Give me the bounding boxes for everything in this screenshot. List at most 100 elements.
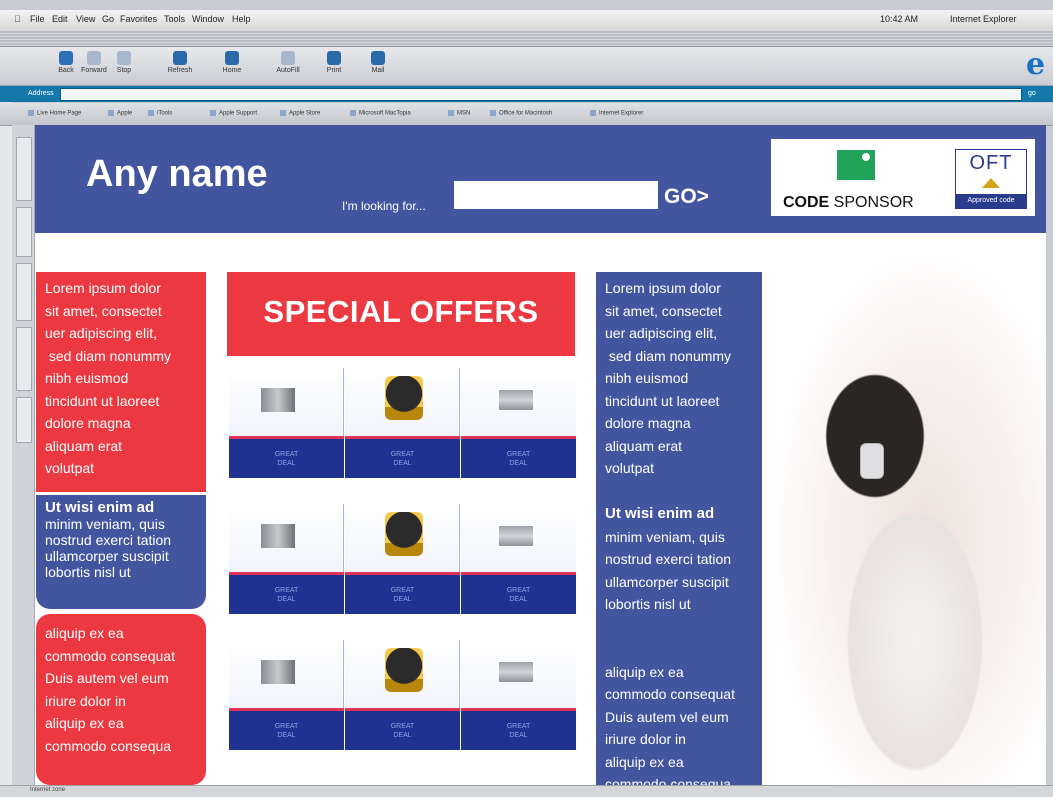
great-deal-label: GREAT DEAL [345,436,460,478]
favorite-item[interactable]: Live Home Page [28,110,81,117]
product-image [345,504,460,572]
favorite-item[interactable]: Apple [108,110,132,117]
favorite-item[interactable]: iTools [148,110,172,117]
offer-tile[interactable]: GREAT DEAL [461,504,576,614]
menu-edit[interactable]: Edit [52,14,68,24]
product-image [461,504,576,572]
stop-button[interactable]: Stop [104,49,144,83]
status-text: Internet zone [30,787,66,793]
refresh-button[interactable]: Refresh [160,49,200,83]
status-bar: Internet zone [0,785,1053,797]
menubar-clock: 10:42 AM [880,14,919,24]
menu-help[interactable]: Help [232,14,251,24]
right-panel-lead: Ut wisi enim ad [605,505,715,522]
oft-label: OFT [969,152,1013,174]
page-holder-side-tab[interactable] [16,397,32,443]
offer-row: GREAT DEAL GREAT DEAL GREAT DEAL [229,368,577,478]
special-offers-banner[interactable]: SPECIAL OFFERS [227,272,575,356]
search-input[interactable] [454,181,658,209]
left-panel-body: minim veniam, quis nostrud exerci tation… [45,516,172,580]
menu-window[interactable]: Window [192,14,224,24]
product-image [345,640,460,708]
browser-toolbar: Back Forward Stop Refresh Home AutoFill … [0,47,1053,86]
offer-tile[interactable]: GREAT DEAL [345,640,460,750]
mail-label: Mail [371,67,385,74]
menu-view[interactable]: View [76,14,95,24]
site-header: Any name I'm looking for... GO> CODE SPO… [35,125,1046,233]
favorite-item[interactable]: MSN [448,110,470,117]
right-panel-footer: aliquip ex ea commodo consequat Duis aut… [605,663,735,786]
product-image [229,368,344,436]
scrapbook-side-tab[interactable] [16,327,32,391]
autofill-label: AutoFill [276,67,300,74]
address-bar: Address go [0,86,1053,102]
offer-tile[interactable]: GREAT DEAL [345,504,460,614]
offer-tile[interactable]: GREAT DEAL [345,368,460,478]
great-deal-label: GREAT DEAL [229,708,344,750]
product-image [345,368,460,436]
favorite-item[interactable]: Apple Store [280,110,320,117]
product-image [229,640,344,708]
product-image [461,368,576,436]
autofill-button[interactable]: AutoFill [268,49,308,83]
offer-tile[interactable]: GREAT DEAL [229,504,344,614]
right-panel-intro: Lorem ipsum dolor sit amet, consectet ue… [605,280,732,476]
favorite-item[interactable]: Internet Explorer [590,110,643,117]
favorite-item[interactable]: Office for Macintosh [490,110,552,117]
home-label: Home [222,67,242,74]
great-deal-label: GREAT DEAL [345,708,460,750]
code-sponsor-badge[interactable]: CODE SPONSOR OFT Approved code [771,139,1035,216]
special-offers-title: SPECIAL OFFERS [263,294,539,329]
left-panel-highlight: Ut wisi enim ad minim veniam, quis nostr… [36,495,206,609]
offer-tile[interactable]: GREAT DEAL [229,368,344,478]
history-side-tab[interactable] [16,207,32,257]
search-go-button[interactable]: GO> [664,185,709,209]
offer-row: GREAT DEAL GREAT DEAL GREAT DEAL [229,640,577,750]
offer-tile[interactable]: GREAT DEAL [461,640,576,750]
home-button[interactable]: Home [212,49,252,83]
favorites-bar: Live Home Page Apple iTools Apple Suppor… [0,103,1053,126]
right-panel: Lorem ipsum dolor sit amet, consectet ue… [596,272,762,785]
favorite-item[interactable]: Apple Support [210,110,257,117]
web-page: Any name I'm looking for... GO> CODE SPO… [35,125,1046,785]
oft-triangle-icon [982,178,1000,188]
address-input[interactable] [60,88,1022,101]
back-arrow-icon [59,51,73,65]
left-panel-lead: Ut wisi enim ad [45,499,155,516]
right-panel-body: minim veniam, quis nostrud exerci tation… [605,528,732,612]
search-label: I'm looking for... [342,199,426,213]
great-deal-label: GREAT DEAL [461,708,576,750]
window-title-bar[interactable] [0,30,1053,47]
apple-menu-icon[interactable]:  [14,14,21,24]
offer-row: GREAT DEAL GREAT DEAL GREAT DEAL [229,504,577,614]
great-deal-label: GREAT DEAL [229,436,344,478]
app-switcher-label[interactable]: Internet Explorer [950,14,1017,24]
offer-tile[interactable]: GREAT DEAL [229,640,344,750]
menu-file[interactable]: File [30,14,45,24]
menu-tools[interactable]: Tools [164,14,185,24]
explorer-bar-tabs [12,125,35,785]
menu-go[interactable]: Go [102,14,114,24]
address-go-button[interactable]: go [1028,88,1050,99]
favorites-side-tab[interactable] [16,137,32,201]
left-panel-footer: aliquip ex ea commodo consequat Duis aut… [36,614,206,785]
great-deal-label: GREAT DEAL [461,436,576,478]
window-left-edge [0,30,12,796]
oft-approved-badge: OFT Approved code [955,149,1027,209]
print-button[interactable]: Print [314,49,354,83]
left-panel-intro: Lorem ipsum dolor sit amet, consectet ue… [36,272,206,492]
stop-icon [117,51,131,65]
sponsor-word: SPONSOR [829,194,914,211]
refresh-icon [173,51,187,65]
print-icon [327,51,341,65]
menu-favorites[interactable]: Favorites [120,14,157,24]
stop-label: Stop [116,67,132,74]
search-side-tab[interactable] [16,263,32,321]
favorite-item[interactable]: Microsoft MacTopia [350,110,411,117]
product-image [229,504,344,572]
menu-bar:  File Edit View Go Favorites Tools Wind… [0,10,1053,31]
mail-button[interactable]: Mail [358,49,398,83]
offer-tile[interactable]: GREAT DEAL [461,368,576,478]
site-title[interactable]: Any name [86,153,268,196]
telephone-handset-icon [860,443,884,479]
